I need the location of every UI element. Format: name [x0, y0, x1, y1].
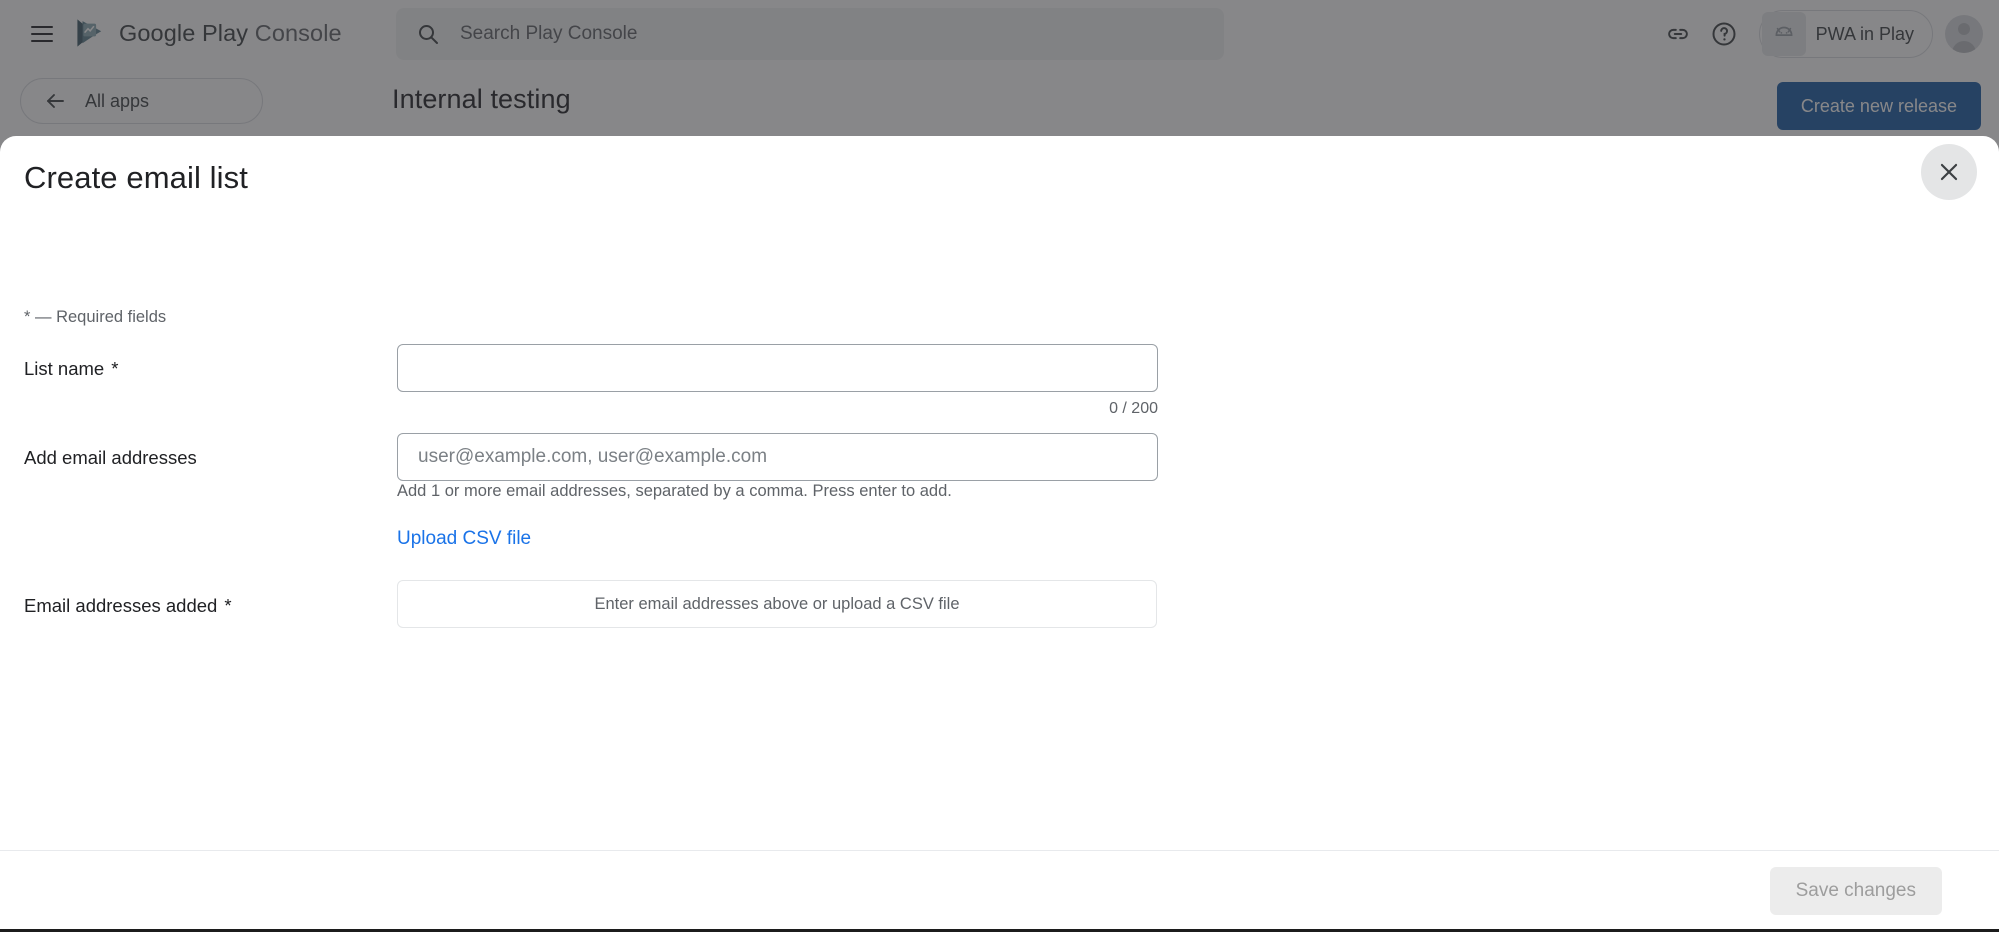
email-added-required-marker: *: [224, 595, 231, 616]
list-name-required-marker: *: [111, 358, 118, 379]
dialog-title: Create email list: [24, 160, 248, 196]
create-email-list-dialog: Create email list * — Required fields Li…: [0, 136, 1999, 932]
list-name-label-text: List name: [24, 358, 104, 379]
add-email-helper-text: Add 1 or more email addresses, separated…: [397, 482, 952, 501]
email-addresses-added-label: Email addresses added *: [24, 595, 232, 617]
add-email-addresses-label: Add email addresses: [24, 447, 204, 469]
dialog-header: Create email list: [0, 136, 1999, 240]
list-name-input[interactable]: [397, 344, 1158, 392]
list-name-label: List name *: [24, 358, 118, 380]
email-addresses-added-label-text: Email addresses added: [24, 595, 217, 616]
upload-csv-file-link[interactable]: Upload CSV file: [397, 528, 531, 550]
add-email-addresses-input[interactable]: [397, 433, 1158, 481]
list-name-char-counter: 0 / 200: [397, 400, 1158, 418]
dialog-footer: Save changes: [0, 850, 1999, 932]
required-fields-note: * — Required fields: [24, 308, 166, 327]
email-addresses-added-empty-state: Enter email addresses above or upload a …: [397, 580, 1157, 628]
close-x-icon[interactable]: [1921, 144, 1977, 200]
add-email-addresses-label-text: Add email addresses: [24, 447, 197, 468]
save-changes-button[interactable]: Save changes: [1770, 867, 1942, 915]
dialog-body: * — Required fields List name * 0 / 200 A…: [0, 240, 1999, 850]
email-addresses-added-empty-text: Enter email addresses above or upload a …: [594, 595, 959, 614]
